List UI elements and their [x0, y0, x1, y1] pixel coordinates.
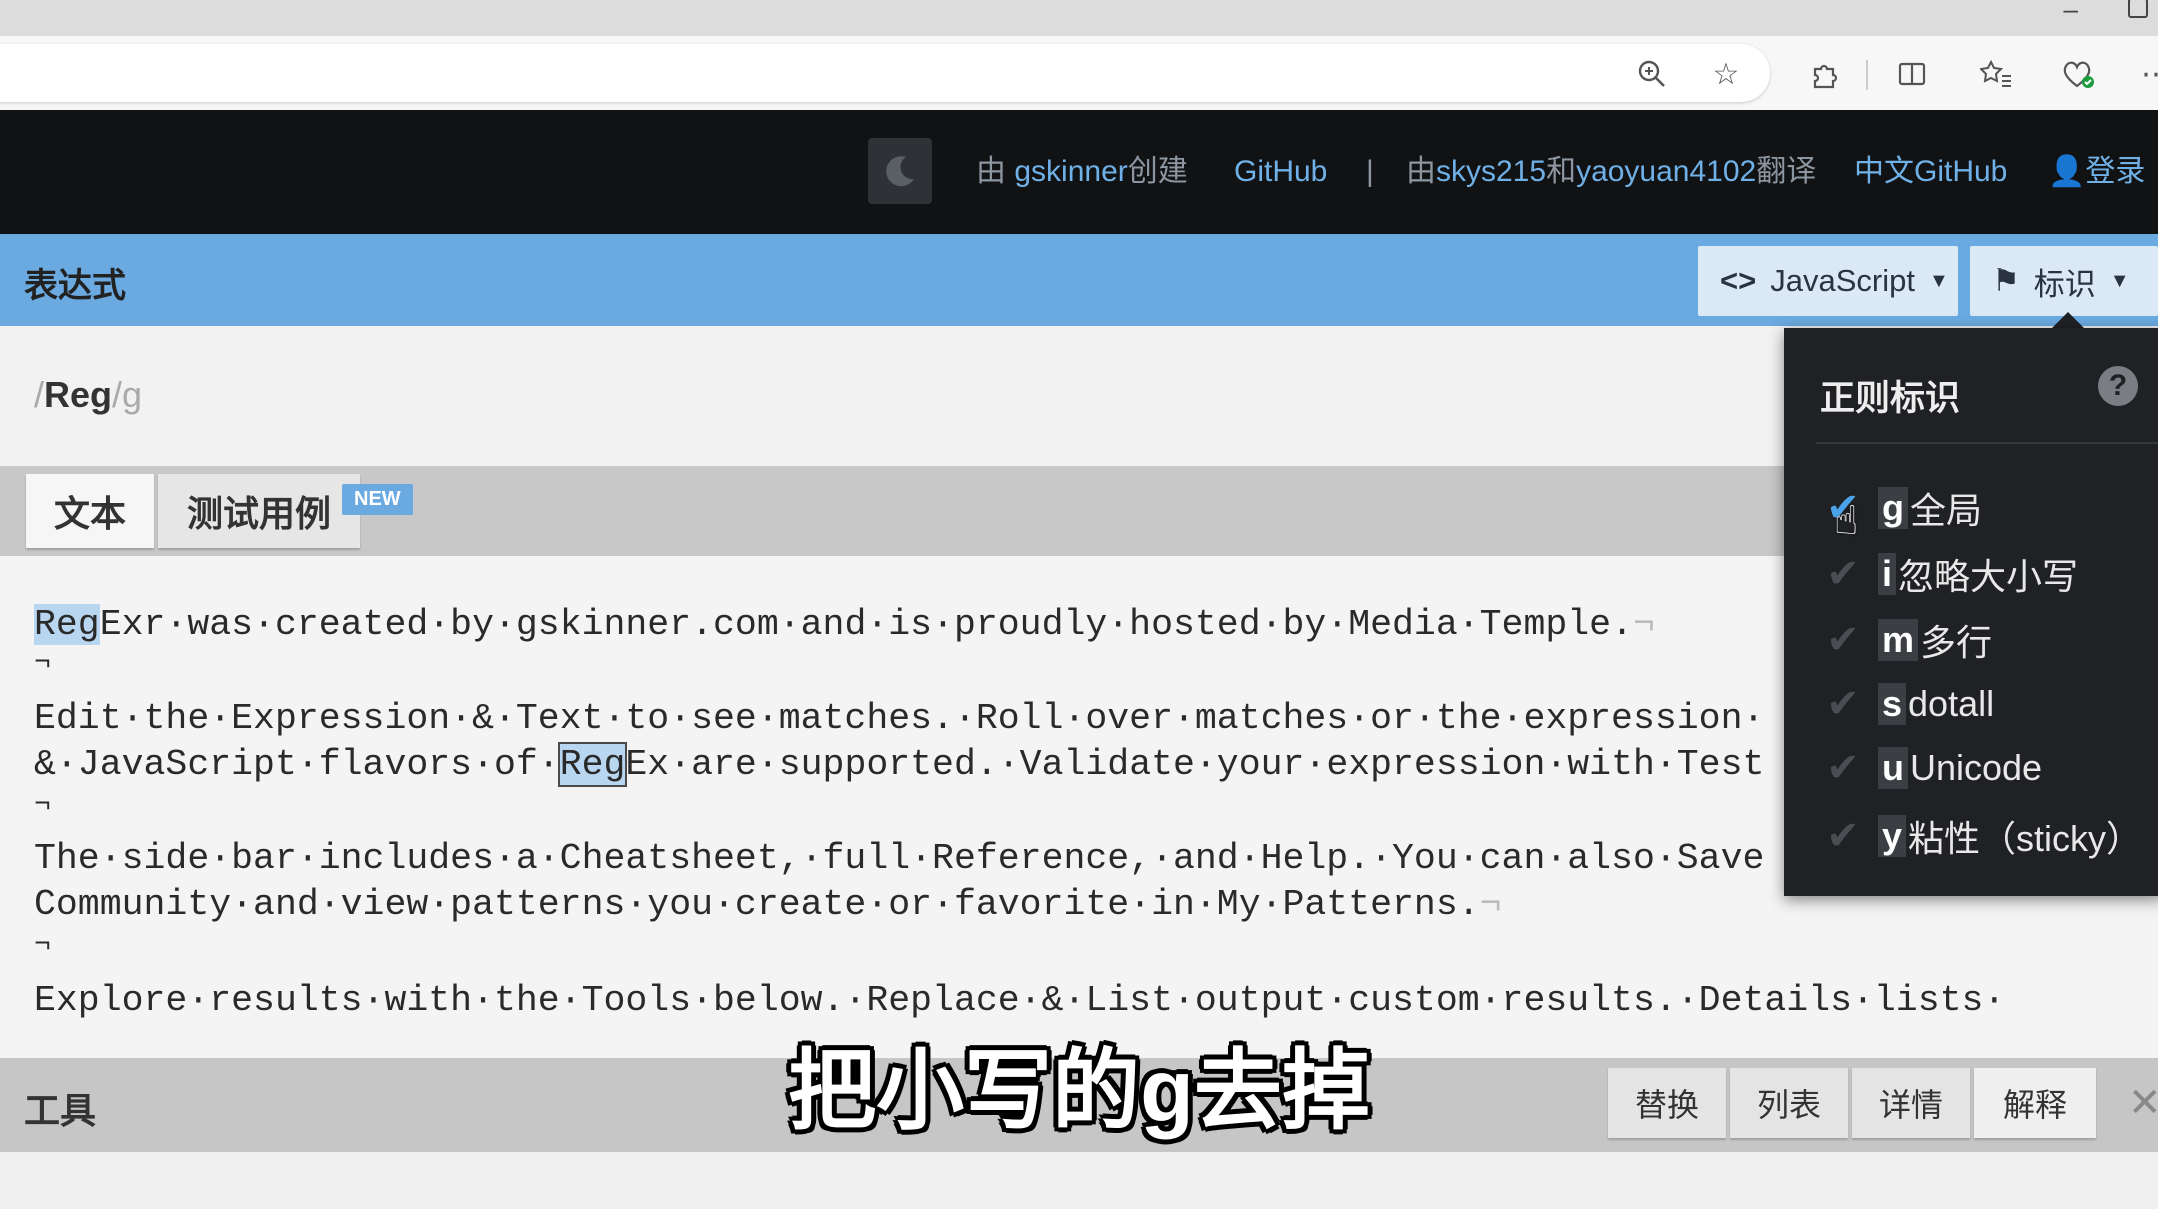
flavor-select-button[interactable]: <> JavaScript ▼: [1698, 246, 1958, 316]
credit-suffix: 创建: [1127, 155, 1188, 188]
flag-label: dotall: [1908, 683, 1995, 724]
chinese-github-label: 中文GitHub: [1854, 155, 2008, 188]
line-end-marker: ¬: [1632, 604, 1655, 645]
flag-option-unicode[interactable]: ✔ u Unicode: [1820, 740, 2042, 796]
flag-label: 忽略大小写: [1898, 556, 2079, 597]
header-divider: |: [1366, 150, 1374, 194]
video-subtitle: 把小写的g去掉: [788, 1041, 1370, 1140]
header-divider-text: |: [1366, 155, 1374, 188]
expression-input[interactable]: /Reg/g: [34, 374, 142, 416]
text-line: Community·and·view·patterns·you·create·o…: [34, 884, 1502, 925]
checkmark-icon: ✔: [1826, 682, 1860, 726]
browser-health-icon[interactable]: [2056, 52, 2100, 96]
translator-link-2[interactable]: yaoyuan4102: [1576, 155, 1756, 188]
popup-separator: [1816, 442, 2158, 444]
more-menu-icon[interactable]: ⋯: [2134, 52, 2158, 96]
flag-key: u: [1878, 747, 1908, 789]
checkmark-icon: ✔: [1826, 746, 1860, 790]
split-screen-icon[interactable]: [1890, 52, 1934, 96]
help-icon[interactable]: ?: [2098, 366, 2138, 406]
hand-cursor-icon: ☝: [1834, 499, 1859, 543]
translate-and: 和: [1546, 155, 1577, 188]
checkmark-icon: ✔: [1826, 552, 1860, 596]
flag-option-ignore-case[interactable]: ✔ i 忽略大小写: [1820, 546, 2078, 602]
caret-down-icon: ▼: [1928, 269, 1949, 292]
translate-prefix: 由: [1406, 155, 1436, 188]
login-link[interactable]: 👤登录: [2048, 150, 2145, 194]
flag-option-sticky[interactable]: ✔ y 粘性（sticky）: [1820, 808, 2142, 864]
zoom-icon[interactable]: [1630, 52, 1674, 96]
expression-slash-open: /: [34, 374, 45, 415]
flag-option-multiline[interactable]: ✔ m 多行: [1820, 612, 1992, 668]
credit-creator: 由 gskinner创建: [976, 150, 1188, 194]
flag-key: i: [1878, 553, 1897, 595]
credit-prefix: 由: [976, 155, 1006, 188]
flag-option-dotall[interactable]: ✔ s dotall: [1820, 676, 1994, 732]
text-line: ¬: [34, 930, 51, 961]
flag-label: 粘性（sticky）: [1908, 818, 2143, 859]
translator-link-1[interactable]: skys215: [1436, 155, 1546, 188]
chinese-github-link[interactable]: 中文GitHub: [1854, 150, 2007, 194]
flags-button[interactable]: ⚑ 标识 ▼: [1970, 246, 2158, 316]
minimize-icon[interactable]: –: [2064, 0, 2078, 25]
flag-label: Unicode: [1910, 747, 2043, 788]
creator-link[interactable]: gskinner: [1014, 155, 1127, 188]
flag-label: 全局: [1910, 490, 1983, 531]
github-link[interactable]: GitHub: [1234, 150, 1327, 194]
text-line: The·side·bar·includes·a·Cheatsheet,·full…: [34, 838, 1765, 879]
match-highlight-selected[interactable]: Reg: [557, 742, 628, 787]
tab-text[interactable]: 文本: [26, 474, 154, 548]
flag-key: m: [1878, 619, 1919, 661]
login-label: 登录: [2085, 155, 2146, 188]
flavor-label: JavaScript: [1770, 263, 1915, 298]
text-line-content: Ex·are·supported.·Validate·your·expressi…: [625, 744, 1765, 785]
checkmark-icon: ✔: [1826, 618, 1860, 662]
flag-label: 多行: [1920, 622, 1993, 663]
new-badge: NEW: [342, 484, 413, 515]
github-link-label: GitHub: [1234, 155, 1328, 188]
expression-pattern: Reg: [44, 374, 113, 415]
favorites-list-icon[interactable]: [1974, 52, 2018, 96]
text-line: &·JavaScript·flavors·of·RegEx·are·suppor…: [34, 742, 1765, 787]
favorite-star-icon[interactable]: ☆: [1704, 52, 1748, 96]
text-line-content: &·JavaScript·flavors·of·: [34, 744, 560, 785]
text-line-content: Community·and·view·patterns·you·create·o…: [34, 884, 1480, 925]
match-highlight[interactable]: Reg: [34, 604, 100, 645]
caret-down-icon: ▼: [2109, 269, 2130, 292]
flag-key: s: [1878, 683, 1907, 725]
translate-suffix: 翻译: [1756, 155, 1817, 188]
code-brackets-icon: <>: [1720, 263, 1757, 298]
text-line: ¬: [34, 648, 51, 679]
credit-translators: 由skys215和yaoyuan4102翻译: [1406, 150, 1816, 194]
flag-icon: ⚑: [1992, 263, 2020, 298]
text-line: RegExr·was·created·by·gskinner.com·and·i…: [34, 604, 1655, 645]
checkmark-icon: ✔: [1826, 814, 1860, 858]
popup-caret: [2052, 312, 2084, 328]
toolbar-separator: [1866, 60, 1868, 90]
text-line: ¬: [34, 790, 51, 821]
expression-title: 表达式: [24, 267, 126, 305]
tool-output-area: [0, 1152, 2158, 1209]
expression-flags: g: [122, 374, 143, 415]
extensions-icon[interactable]: [1802, 52, 1846, 96]
browser-titlebar: [0, 0, 2158, 36]
text-line-content: Exr·was·created·by·gskinner.com·and·is·p…: [99, 604, 1633, 645]
tab-tests[interactable]: 测试用例: [158, 474, 360, 548]
flags-popup-title: 正则标识: [1820, 379, 1961, 418]
expression-slash-close: /: [112, 374, 123, 415]
theme-toggle-button[interactable]: [868, 138, 932, 204]
text-line: Edit·the·Expression·&·Text·to·see·matche…: [34, 698, 1765, 739]
restore-icon[interactable]: [2128, 0, 2148, 18]
moon-icon: [886, 156, 914, 187]
flag-key: g: [1878, 487, 1908, 529]
text-line: Explore·results·with·the·Tools·below.·Re…: [34, 980, 2006, 1021]
flags-label: 标识: [2033, 266, 2096, 302]
user-icon: 👤: [2048, 155, 2086, 188]
flag-key: y: [1878, 815, 1907, 857]
address-bar[interactable]: [0, 44, 1770, 102]
line-end-marker: ¬: [1479, 884, 1502, 925]
